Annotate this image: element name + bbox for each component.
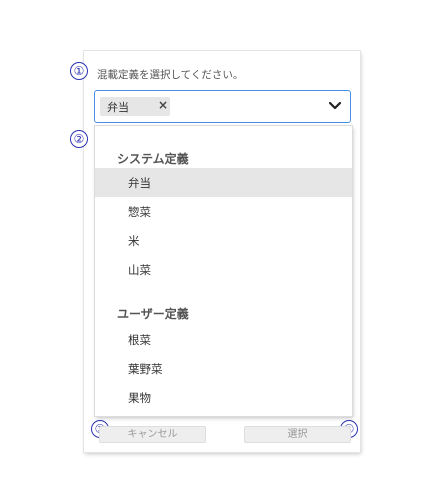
select-button[interactable]: 選択 — [244, 426, 351, 443]
option-label: 山菜 — [128, 263, 151, 277]
instruction-text: 混載定義を選択してください。 — [97, 69, 244, 81]
chevron-down-icon[interactable] — [328, 100, 342, 112]
group-header-system: システム定義 — [117, 152, 189, 166]
option-hayasai[interactable]: 葉野菜 — [95, 354, 352, 383]
annotation-marker-1: ① — [70, 62, 88, 80]
option-label: 葉野菜 — [128, 362, 163, 376]
option-konsai[interactable]: 根菜 — [95, 325, 352, 354]
option-label: 根菜 — [128, 333, 151, 347]
option-sansai[interactable]: 山菜 — [95, 255, 352, 284]
mixed-load-definition-select[interactable]: 弁当 × — [94, 90, 351, 123]
option-kome[interactable]: 米 — [95, 226, 352, 255]
option-souzai[interactable]: 惣菜 — [95, 197, 352, 226]
options-dropdown: システム定義 弁当 惣菜 米 山菜 ユーザー定義 根菜 葉野菜 果物 — [95, 126, 352, 416]
option-bento[interactable]: 弁当 — [95, 168, 352, 197]
selected-chip: 弁当 × — [100, 97, 170, 116]
option-label: 果物 — [128, 391, 151, 405]
cancel-button[interactable]: キャンセル — [99, 426, 206, 443]
group-header-user: ユーザー定義 — [117, 307, 189, 321]
option-label: 惣菜 — [128, 205, 151, 219]
option-kudamono[interactable]: 果物 — [95, 383, 352, 412]
chip-label: 弁当 — [107, 101, 129, 114]
remove-chip-icon[interactable]: × — [158, 98, 168, 112]
option-label: 米 — [128, 234, 140, 248]
option-label: 弁当 — [128, 176, 151, 190]
annotation-marker-2: ② — [70, 130, 88, 148]
